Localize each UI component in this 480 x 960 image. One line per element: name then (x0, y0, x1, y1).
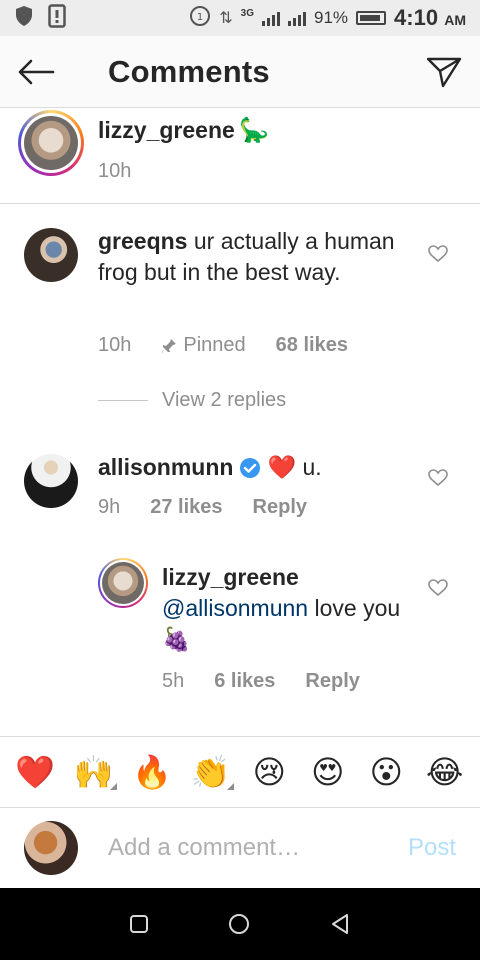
reply-button[interactable]: Reply (305, 670, 359, 693)
shield-icon (14, 5, 34, 32)
comment-time: 10h (98, 334, 132, 356)
story-ring[interactable] (18, 110, 84, 176)
comment-input[interactable]: Add a comment… (108, 834, 300, 862)
comment-time: 9h (98, 496, 121, 518)
comment-text: ❤️ u. (267, 454, 322, 480)
home-icon[interactable] (227, 912, 251, 936)
sync-icon: 1 (189, 5, 211, 32)
comment-username[interactable]: lizzy_greene (162, 564, 299, 590)
send-icon (426, 57, 462, 87)
emoji-laughing[interactable]: 😂 (420, 752, 470, 792)
mention-link[interactable]: @allisonmunn (162, 595, 308, 621)
likes-count[interactable]: 68 likes (276, 334, 348, 357)
svg-text:1: 1 (197, 12, 203, 23)
sim-alert-icon (48, 3, 66, 33)
pinned-label: Pinned (161, 334, 246, 357)
emoji-crying[interactable]: 😢 (244, 752, 294, 792)
emoji-heart-eyes[interactable]: 😍 (303, 752, 353, 792)
likes-count[interactable]: 27 likes (150, 496, 222, 519)
emoji-clap[interactable]: 👏 (186, 752, 236, 792)
status-bar: 1 ⇅ 3G 91% 4:10 AM (0, 0, 480, 36)
pin-icon (162, 338, 177, 353)
story-ring[interactable] (98, 558, 148, 608)
recents-icon[interactable] (128, 913, 150, 935)
comment-time: 5h (162, 670, 185, 692)
reply-item: lizzy_greene @allisonmunn love you🍇 5h 6… (0, 556, 480, 706)
post-button[interactable]: Post (408, 834, 456, 862)
heart-outline-icon (428, 469, 448, 487)
dinosaur-emoji: 🦕 (239, 116, 270, 144)
header: Comments (0, 36, 480, 108)
reply-button[interactable]: Reply (253, 496, 307, 519)
view-replies-label: View 2 replies (162, 389, 287, 411)
emoji-raised-hands[interactable]: 🙌 (69, 752, 119, 792)
signal-icon-2 (288, 10, 307, 26)
caption-username[interactable]: lizzy_greene (98, 117, 235, 143)
system-nav-bar (0, 888, 480, 960)
avatar[interactable] (24, 454, 78, 508)
back-button[interactable] (0, 36, 72, 108)
like-button[interactable] (426, 242, 450, 266)
comment-item: allisonmunn ❤️ u. 9h 27 likes Reply (0, 446, 480, 536)
signal-icon (262, 10, 281, 26)
back-nav-icon[interactable] (328, 912, 352, 936)
avatar (102, 562, 144, 604)
view-replies-button[interactable]: View 2 replies (98, 389, 286, 412)
back-arrow-icon (18, 59, 55, 84)
user-avatar (24, 821, 78, 875)
comment-item: greeqns ur actually a human frog but in … (0, 220, 480, 380)
comment-username[interactable]: greeqns (98, 228, 187, 254)
heart-outline-icon (428, 245, 448, 263)
emoji-quick-bar: ❤️ 🙌 🔥 👏 😢 😍 😮 😂 (0, 736, 480, 808)
data-arrows-icon: ⇅ (219, 10, 233, 27)
likes-count[interactable]: 6 likes (214, 670, 275, 693)
caption-time: 10h (98, 160, 132, 182)
page-title: Comments (108, 53, 270, 89)
comment-username[interactable]: allisonmunn (98, 452, 233, 483)
comment-composer: Add a comment… Post (0, 808, 480, 888)
avatar (24, 116, 78, 170)
heart-outline-icon (428, 579, 448, 597)
emoji-heart[interactable]: ❤️ (10, 752, 60, 792)
emoji-fire[interactable]: 🔥 (127, 752, 177, 792)
battery-percent: 91% (314, 8, 349, 27)
verified-badge-icon (240, 457, 261, 478)
emoji-surprised[interactable]: 😮 (361, 752, 411, 792)
clock: 4:10 AM (394, 5, 466, 30)
like-button[interactable] (426, 576, 450, 600)
avatar[interactable] (24, 228, 78, 282)
battery-icon (356, 11, 387, 25)
post-caption: lizzy_greene 🦕 10h (0, 108, 480, 204)
divider-line (98, 400, 148, 401)
network-type: 3G (240, 7, 255, 19)
like-button[interactable] (426, 466, 450, 490)
share-button[interactable] (408, 36, 480, 108)
